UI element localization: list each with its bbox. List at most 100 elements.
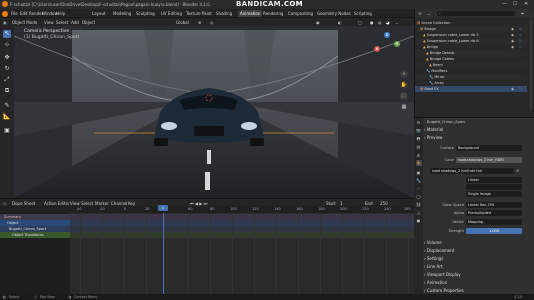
dopesheet-mode-dropdown[interactable]: Dope Sheet bbox=[12, 201, 35, 206]
camera-view-icon[interactable]: 🎥 bbox=[400, 92, 408, 100]
channel-group[interactable]: Object Transforms bbox=[0, 232, 70, 238]
surface-shader-field[interactable]: Background bbox=[456, 145, 522, 151]
close-icon[interactable]: ✕ bbox=[524, 1, 528, 7]
shading-options-icon[interactable]: ⌄ bbox=[395, 20, 398, 25]
object-mode-dropdown[interactable]: Object Mode bbox=[12, 20, 37, 25]
projection-dropdown[interactable] bbox=[466, 184, 522, 190]
extension-dropdown[interactable]: Single Image bbox=[466, 191, 522, 197]
section-line-art[interactable]: › Line Art bbox=[424, 263, 532, 270]
checkbox-icon[interactable]: ☑ bbox=[519, 86, 522, 92]
grid-ortho-icon[interactable]: ▦ bbox=[400, 103, 408, 111]
section-settings[interactable]: › Settings bbox=[424, 255, 532, 262]
tab-uv-editing[interactable]: UV Editing bbox=[161, 11, 182, 16]
annotate-icon[interactable]: ✎ bbox=[3, 102, 11, 110]
constraints-tab-icon[interactable]: ⛓ bbox=[416, 202, 422, 208]
current-frame-indicator[interactable]: 1 bbox=[158, 205, 168, 211]
blender-menu-icon[interactable] bbox=[2, 10, 8, 17]
dopesheet-editor-icon[interactable]: ◷ bbox=[3, 201, 7, 206]
tab-texture-paint[interactable]: Texture Paint bbox=[186, 11, 212, 16]
menu-dopesheet-view[interactable]: View bbox=[70, 201, 80, 206]
tool-tab-icon[interactable]: ⚙ bbox=[416, 120, 422, 126]
tab-shading[interactable]: Shading bbox=[216, 11, 232, 16]
output-tab-icon[interactable]: 🖶 bbox=[416, 136, 422, 142]
color-texture-field[interactable]: road.shadows_2.hdr_HDRI bbox=[456, 157, 522, 163]
xray-icon[interactable]: ▢ bbox=[358, 20, 362, 25]
vector-input-field[interactable]: Mapping bbox=[466, 219, 522, 225]
menu-edit[interactable]: Edit bbox=[20, 11, 28, 16]
scene-tab-icon[interactable]: ◭ bbox=[416, 152, 422, 158]
start-frame-field[interactable]: 1 bbox=[340, 201, 343, 206]
editor-type-icon[interactable]: ▣ bbox=[3, 20, 7, 25]
playhead[interactable] bbox=[163, 213, 164, 294]
modifier-tab-icon[interactable]: 🔧 bbox=[416, 178, 422, 184]
menu-dopesheet-key[interactable]: Key bbox=[128, 201, 135, 206]
eye-icon[interactable]: ◉ bbox=[511, 86, 514, 92]
outliner-search-input[interactable] bbox=[437, 11, 515, 16]
tab-layout[interactable]: Layout bbox=[92, 11, 106, 16]
material-shading-icon[interactable]: ◍ bbox=[378, 20, 382, 25]
action-editor-dropdown[interactable]: Action Editor bbox=[44, 201, 70, 206]
section-displacement[interactable]: › Displacement bbox=[424, 247, 532, 254]
tab-sculpting[interactable]: Sculpting bbox=[136, 11, 155, 16]
rotate-icon[interactable]: ↻ bbox=[3, 65, 11, 73]
minimize-icon[interactable]: — bbox=[502, 1, 507, 7]
menu-file[interactable]: File bbox=[11, 11, 18, 16]
filter-icon[interactable]: ⌄ bbox=[427, 11, 430, 16]
section-viewport-display[interactable]: › Viewport Display bbox=[424, 271, 532, 278]
close-datablock-icon[interactable]: ✕ bbox=[516, 168, 519, 173]
interpolation-dropdown[interactable]: Linear bbox=[466, 177, 522, 183]
scale-icon[interactable]: ⤢ bbox=[3, 76, 11, 84]
axis-x-icon[interactable]: X bbox=[374, 46, 380, 52]
move-icon[interactable]: ✥ bbox=[3, 54, 11, 62]
navigation-gizmo[interactable]: Z Y X bbox=[372, 32, 402, 62]
snap-icon[interactable]: ⊕ bbox=[198, 20, 201, 25]
tab-geometry-nodes[interactable]: Geometry Nodes bbox=[317, 11, 351, 16]
view-layer-tab-icon[interactable]: ▤ bbox=[416, 144, 422, 150]
rendered-shading-icon[interactable]: ◕ bbox=[386, 20, 390, 25]
particles-tab-icon[interactable]: ⁘ bbox=[416, 186, 422, 192]
tab-modeling[interactable]: Modeling bbox=[113, 11, 131, 16]
overlays-icon[interactable]: ◐ bbox=[338, 20, 342, 25]
tab-scripting[interactable]: Scripting bbox=[354, 11, 372, 16]
play-controls-icon[interactable]: ⏮ ◀ ▶ ⏭ bbox=[190, 201, 207, 206]
end-frame-field[interactable]: 250 bbox=[380, 201, 388, 206]
transform-orientation-dropdown[interactable]: Global bbox=[176, 20, 189, 25]
maximize-icon[interactable]: ☐ bbox=[513, 1, 517, 7]
menu-dopesheet-channel[interactable]: Channel bbox=[111, 201, 127, 206]
menu-dopesheet-select[interactable]: Select bbox=[81, 201, 93, 206]
tab-animation[interactable]: Animation bbox=[238, 10, 263, 17]
physics-tab-icon[interactable]: ◯ bbox=[416, 194, 422, 200]
world-tab-icon[interactable]: ◍ bbox=[415, 160, 422, 166]
dopesheet-keyframe-area[interactable] bbox=[70, 213, 414, 294]
material-tab-icon[interactable]: ● bbox=[416, 218, 422, 224]
section-preview[interactable]: › Preview bbox=[424, 134, 532, 141]
pan-hand-icon[interactable]: ✋ bbox=[400, 81, 408, 89]
tab-compositing[interactable]: Compositing bbox=[288, 11, 313, 16]
timeline-ruler[interactable]: -40 -20 0 20 60 80 100 120 140 160 180 2… bbox=[0, 206, 414, 213]
outliner-row[interactable]: ▤Road FX ◉ ☑ bbox=[415, 86, 527, 92]
axis-z-icon[interactable]: Z bbox=[384, 32, 390, 38]
axis-y-icon[interactable]: Y bbox=[394, 41, 400, 47]
data-tab-icon[interactable]: △ bbox=[416, 210, 422, 216]
menu-dopesheet-marker[interactable]: Marker bbox=[95, 201, 109, 206]
select-box-icon[interactable]: ⊹ bbox=[3, 41, 11, 49]
add-cube-icon[interactable]: ▣ bbox=[3, 127, 11, 135]
color-space-dropdown[interactable]: Linear Rec.709 bbox=[466, 202, 522, 208]
zoom-icon[interactable]: ⌕ bbox=[400, 70, 408, 78]
menu-view[interactable]: View bbox=[44, 20, 54, 25]
render-tab-icon[interactable]: 📷 bbox=[416, 128, 422, 134]
outliner-editor-icon[interactable]: ☰ bbox=[418, 11, 422, 16]
section-volume[interactable]: › Volume bbox=[424, 239, 532, 246]
filter-funnel-icon[interactable]: ⏷ bbox=[521, 11, 524, 16]
solid-shading-icon[interactable]: ● bbox=[370, 20, 374, 25]
measure-icon[interactable]: 📐 bbox=[3, 113, 11, 121]
object-tab-icon[interactable]: ▣ bbox=[416, 170, 422, 176]
strength-field[interactable]: 1.000 bbox=[466, 228, 522, 234]
menu-help[interactable]: Help bbox=[56, 11, 65, 16]
tab-rendering[interactable]: Rendering bbox=[263, 11, 283, 16]
section-custom-properties[interactable]: › Custom Properties bbox=[424, 287, 532, 294]
transform-icon[interactable]: ⧉ bbox=[3, 87, 11, 95]
proportional-edit-icon[interactable]: ◎ bbox=[210, 20, 214, 25]
viewport-3d[interactable]: Camera Perspective (1) Bugatti_Chiron_Sp… bbox=[14, 26, 414, 198]
section-animation[interactable]: › Animation bbox=[424, 279, 532, 286]
